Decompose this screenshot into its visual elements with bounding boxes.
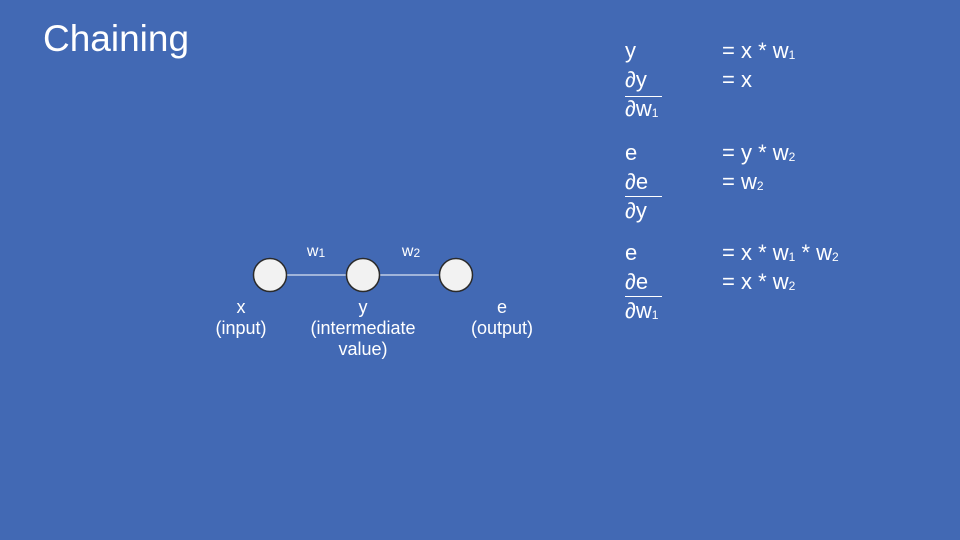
node-label-name: y — [358, 297, 368, 317]
node-label-y: y (intermediate value) — [310, 297, 415, 360]
derivative-denominator: ∂w1 — [625, 298, 659, 323]
weight-label-w2: w2 — [401, 243, 421, 260]
derivative-numerator: ∂e — [625, 269, 649, 294]
derivative-denominator: ∂w1 — [625, 96, 659, 121]
derivative-numerator: ∂y — [625, 67, 647, 92]
node-label-desc: value) — [338, 339, 388, 359]
node-label-x: x (input) — [215, 297, 266, 339]
weight-label-w1: w1 — [306, 243, 326, 260]
node-label-desc: (output) — [470, 318, 534, 338]
node-label-e: e (output) — [471, 297, 533, 339]
node-x — [252, 257, 288, 293]
node-e — [438, 257, 474, 293]
node-label-name: e — [496, 297, 508, 317]
derivative-denominator: ∂y — [625, 198, 647, 223]
node-y — [345, 257, 381, 293]
slide: Chaining w1 w2 x (input) y (intermediate… — [0, 0, 960, 540]
node-label-name: x — [236, 297, 246, 317]
derivative-numerator: ∂e — [625, 169, 649, 194]
node-label-desc: (intermediate — [310, 318, 416, 338]
node-label-desc: (input) — [215, 318, 267, 338]
